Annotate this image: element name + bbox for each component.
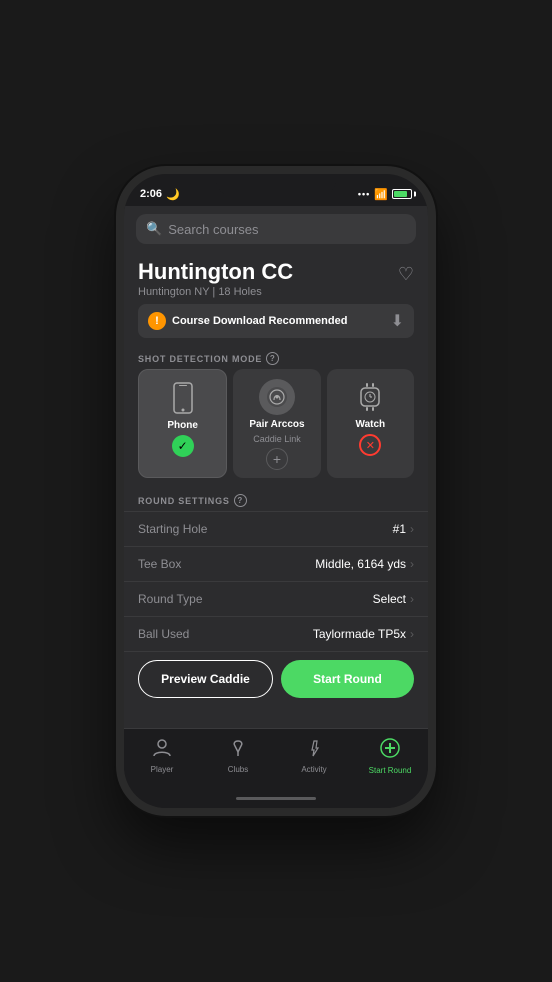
search-input[interactable]: Search courses <box>168 222 258 237</box>
starting-hole-row[interactable]: Starting Hole #1 › <box>124 511 428 547</box>
download-icon: ⬇ <box>391 311 404 331</box>
tab-player[interactable]: Player <box>124 738 200 774</box>
chevron-right-icon-2: › <box>410 557 414 571</box>
tab-player-label: Player <box>151 765 174 774</box>
tab-start-round[interactable]: Start Round <box>352 737 428 775</box>
phone-card[interactable]: Phone ✓ <box>138 369 227 478</box>
course-header: Huntington CC Huntington NY | 18 Holes ♡ <box>124 252 428 304</box>
activity-icon <box>304 738 324 763</box>
wifi-icon: 📶 <box>374 188 388 201</box>
arccos-card-icon <box>259 379 295 415</box>
player-icon <box>152 738 172 763</box>
arccos-card[interactable]: Pair Arccos Caddie Link + <box>233 369 320 478</box>
phone-check-icon: ✓ <box>172 435 194 457</box>
tee-box-row[interactable]: Tee Box Middle, 6164 yds › <box>124 547 428 582</box>
tab-clubs-label: Clubs <box>228 765 248 774</box>
chevron-right-icon-3: › <box>410 592 414 606</box>
settings-list: Starting Hole #1 › Tee Box Middle, 6164 … <box>124 511 428 652</box>
preview-caddie-button[interactable]: Preview Caddie <box>138 660 273 698</box>
round-type-row[interactable]: Round Type Select › <box>124 582 428 617</box>
chevron-right-icon: › <box>410 522 414 536</box>
help-icon[interactable]: ? <box>266 352 279 365</box>
starting-hole-key: Starting Hole <box>138 522 207 536</box>
clubs-icon <box>228 738 248 763</box>
time: 2:06 <box>140 188 162 200</box>
round-settings-label: ROUND SETTINGS ? <box>124 488 428 511</box>
start-round-button[interactable]: Start Round <box>281 660 414 698</box>
status-left: 2:06 🌙 <box>140 188 180 201</box>
arccos-card-sublabel: Caddie Link <box>253 434 301 444</box>
phone-card-label: Phone <box>167 420 198 431</box>
course-subtitle: Huntington NY | 18 Holes <box>138 286 293 298</box>
course-title: Huntington CC <box>138 260 293 284</box>
ball-used-row[interactable]: Ball Used Taylormade TP5x › <box>124 617 428 652</box>
arccos-card-label: Pair Arccos <box>249 419 304 430</box>
round-help-icon[interactable]: ? <box>234 494 247 507</box>
watch-card-icon <box>352 379 388 415</box>
tab-activity[interactable]: Activity <box>276 738 352 774</box>
watch-error-icon: ✕ <box>359 434 381 456</box>
starting-hole-val: #1 › <box>393 522 414 536</box>
battery-icon <box>392 189 412 199</box>
signal-dots-icon: ••• <box>358 189 370 199</box>
notch <box>216 174 336 196</box>
ball-used-val: Taylormade TP5x › <box>313 627 414 641</box>
screen: 🔍 Search courses Huntington CC Huntingto… <box>124 206 428 728</box>
tee-box-key: Tee Box <box>138 557 181 571</box>
phone-frame: 2:06 🌙 ••• 📶 🔍 Search courses Huntington… <box>116 166 436 816</box>
tab-start-round-label: Start Round <box>369 766 412 775</box>
home-indicator <box>124 788 428 808</box>
start-round-tab-icon <box>379 737 401 764</box>
ball-used-key: Ball Used <box>138 627 189 641</box>
search-icon: 🔍 <box>146 221 162 237</box>
favorite-icon[interactable]: ♡ <box>398 264 414 285</box>
round-type-val: Select › <box>373 592 414 606</box>
tee-box-val: Middle, 6164 yds › <box>315 557 414 571</box>
tab-clubs[interactable]: Clubs <box>200 738 276 774</box>
search-bar[interactable]: 🔍 Search courses <box>136 214 416 244</box>
course-info: Huntington CC Huntington NY | 18 Holes <box>138 260 293 298</box>
tab-bar: Player Clubs Activity <box>124 728 428 788</box>
round-type-key: Round Type <box>138 592 203 606</box>
watch-card-label: Watch <box>356 419 386 430</box>
moon-icon: 🌙 <box>166 188 180 201</box>
download-banner[interactable]: ! Course Download Recommended ⬇ <box>138 304 414 338</box>
chevron-right-icon-4: › <box>410 627 414 641</box>
bottom-buttons: Preview Caddie Start Round <box>124 652 428 706</box>
tab-activity-label: Activity <box>301 765 326 774</box>
shot-detection-label: SHOT DETECTION MODE ? <box>124 346 428 369</box>
download-text: Course Download Recommended <box>172 315 347 327</box>
watch-card[interactable]: Watch ✕ <box>327 369 414 478</box>
phone-card-icon <box>165 380 201 416</box>
home-bar <box>236 797 316 800</box>
arccos-logo <box>259 379 295 415</box>
arccos-plus-icon: + <box>266 448 288 470</box>
download-left: ! Course Download Recommended <box>148 312 347 330</box>
detection-cards: Phone ✓ Pair Arccos Caddie L <box>124 369 428 488</box>
status-right: ••• 📶 <box>358 188 412 201</box>
warning-icon: ! <box>148 312 166 330</box>
